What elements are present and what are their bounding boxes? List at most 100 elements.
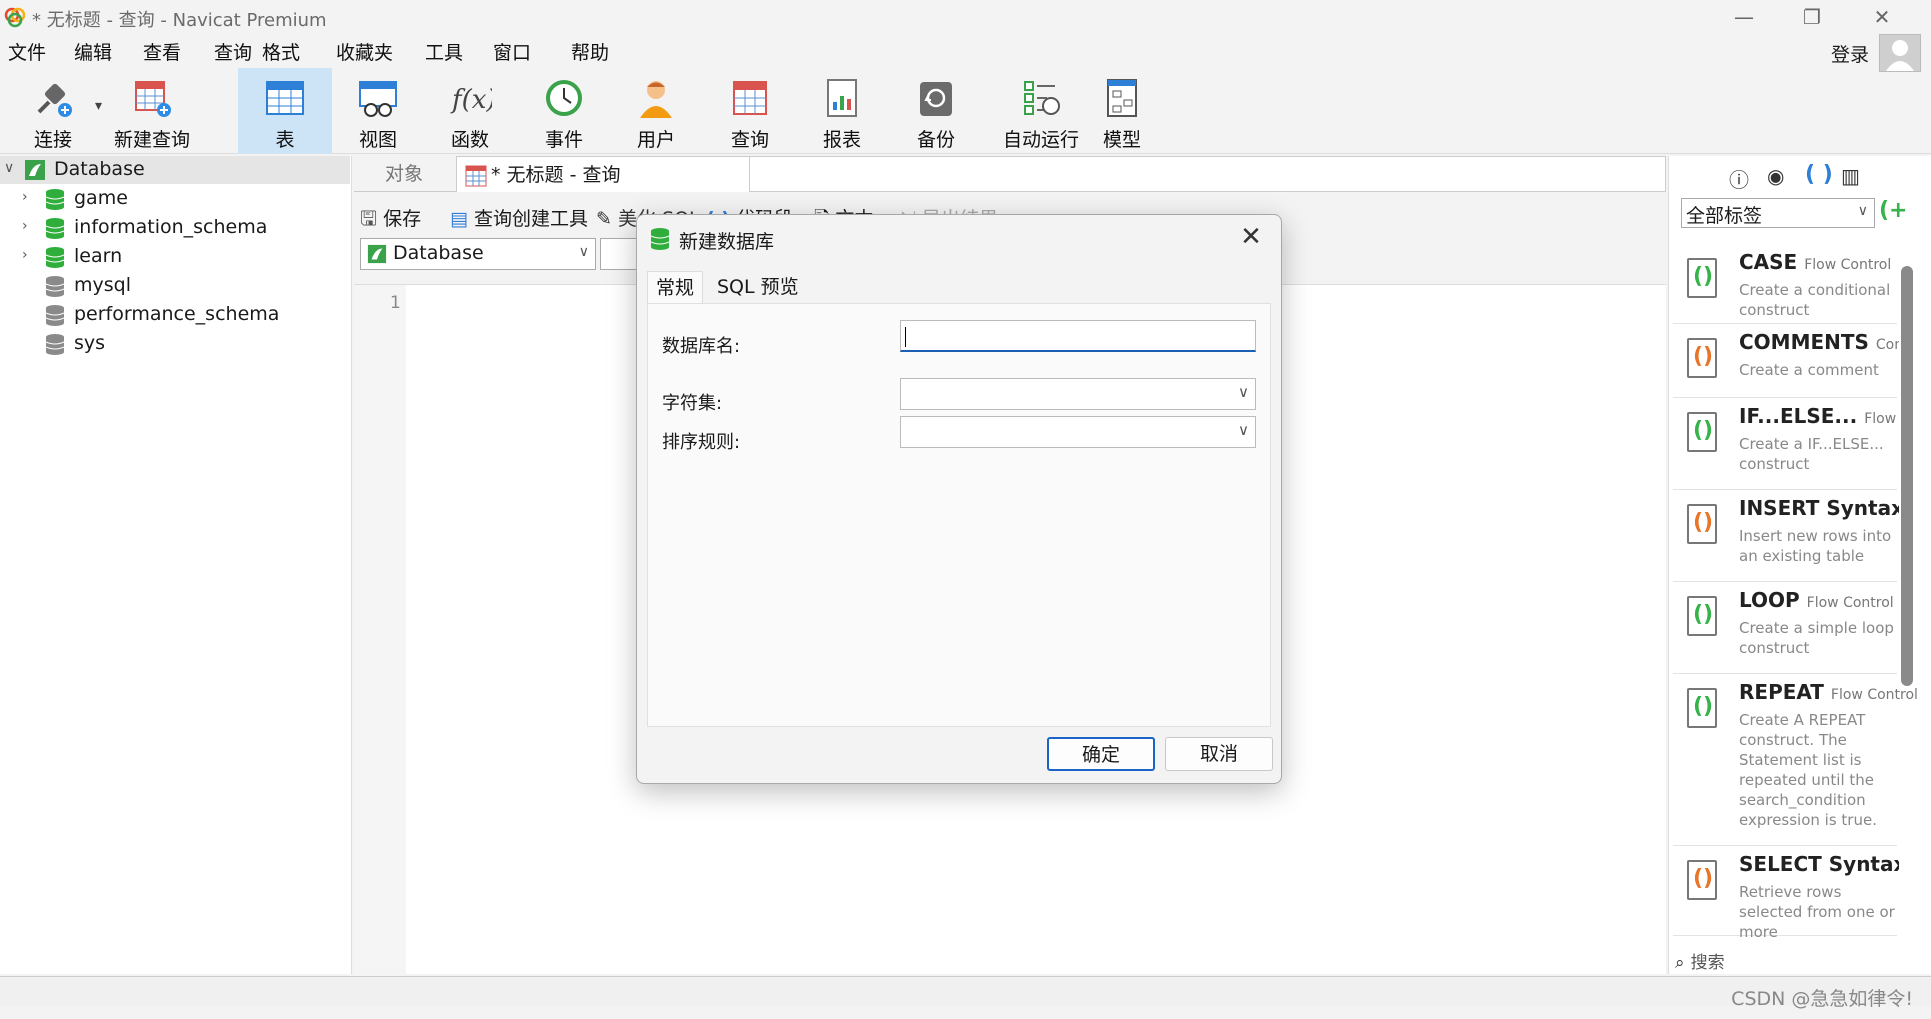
toolbar-query-button[interactable]: 查询 — [714, 68, 786, 154]
toolbar-event-button[interactable]: 事件 — [528, 68, 600, 154]
tree-item-information-schema[interactable]: › information_schema — [0, 214, 350, 242]
toolbar-new-query-label: 新建查询 — [113, 129, 190, 151]
tree-item-label: sys — [74, 332, 106, 354]
snippet-comments[interactable]: () COMMENTS Comm Create a comment — [1673, 326, 1899, 398]
navicat-logo-icon — [4, 7, 26, 28]
chevron-right-icon[interactable]: › — [22, 247, 28, 263]
snippet-category: Flow Cont — [1864, 411, 1899, 427]
toolbar-event-label: 事件 — [544, 129, 583, 151]
cancel-button[interactable]: 取消 — [1165, 737, 1273, 771]
snippet-desc: Create a comment — [1739, 361, 1879, 379]
connect-dropdown-icon[interactable]: ▾ — [95, 98, 102, 114]
connection-select[interactable]: Database ∨ — [360, 238, 596, 270]
tree-item-performance-schema[interactable]: performance_schema — [0, 301, 350, 329]
snippet-case[interactable]: () CASE Flow Control Create a conditiona… — [1673, 246, 1897, 324]
charset-select[interactable]: ∨ — [900, 378, 1256, 410]
login-link[interactable]: 登录 — [1831, 40, 1869, 67]
snippet-search[interactable]: ⌕ 搜索 — [1675, 948, 1901, 973]
function-icon: f(x) — [450, 85, 492, 115]
tree-item-sys[interactable]: sys — [0, 330, 350, 358]
table-icon — [266, 81, 304, 115]
save-icon: 🖫 — [360, 206, 378, 230]
tree-item-learn[interactable]: › learn — [0, 243, 350, 271]
chevron-down-icon[interactable]: ∨ — [4, 160, 14, 176]
database-select[interactable] — [600, 238, 640, 270]
window-title: * 无标题 - 查询 - Navicat Premium — [32, 10, 327, 31]
snippet-scrollbar[interactable] — [1901, 266, 1913, 686]
tree-root-connection[interactable]: ∨ Database — [0, 156, 350, 184]
toolbar-function-button[interactable]: f(x) 函数 — [434, 68, 506, 154]
report-icon — [827, 79, 857, 117]
eye-icon[interactable]: ◉ — [1767, 164, 1784, 188]
toolbar-model-label: 模型 — [1102, 129, 1141, 151]
tree-item-mysql[interactable]: mysql — [0, 272, 350, 300]
menu-bar: 文件 编辑 查看 查询 格式 收藏夹 工具 窗口 帮助 — [0, 36, 1931, 66]
tag-filter-select[interactable]: 全部标签 ∨ — [1681, 198, 1875, 228]
restore-button[interactable]: ❐ — [1782, 2, 1842, 32]
db-name-input[interactable] — [900, 320, 1256, 352]
clock-icon — [546, 80, 582, 116]
dialog-close-button[interactable]: ✕ — [1233, 219, 1269, 255]
menu-tools[interactable]: 工具 — [425, 38, 463, 65]
menu-file[interactable]: 文件 — [8, 38, 46, 65]
dialog-tab-general[interactable]: 常规 — [647, 271, 704, 303]
menu-favorites[interactable]: 收藏夹 — [336, 38, 393, 65]
snippet-name: IF...ELSE... — [1739, 404, 1858, 428]
close-window-button[interactable]: ✕ — [1852, 2, 1912, 32]
snippet-tab-icon[interactable]: ( ) — [1805, 162, 1833, 187]
snippet-name: REPEAT — [1739, 680, 1824, 704]
toolbar-backup-button[interactable]: 备份 — [900, 68, 972, 154]
toolbar-user-button[interactable]: 用户 — [620, 68, 692, 154]
chevron-down-icon: ∨ — [1857, 203, 1868, 219]
toolbar-view-button[interactable]: 视图 — [342, 68, 414, 154]
menu-window[interactable]: 窗口 — [493, 38, 531, 65]
chevron-right-icon[interactable]: › — [22, 189, 28, 205]
tab-objects[interactable]: 对象 — [354, 156, 454, 192]
toolbar-report-button[interactable]: 报表 — [806, 68, 878, 154]
snippet-loop[interactable]: () LOOP Flow Control Create a simple loo… — [1673, 584, 1897, 674]
snippet-category: Comm — [1875, 337, 1899, 353]
toolbar-model-button[interactable]: 模型 — [1086, 68, 1158, 154]
collation-select[interactable]: ∨ — [900, 416, 1256, 448]
toolbar-connect-button[interactable]: 连接 — [22, 68, 84, 154]
ok-button[interactable]: 确定 — [1047, 737, 1155, 771]
snippet-file-icon: () — [1687, 596, 1717, 636]
avatar[interactable] — [1879, 34, 1921, 72]
add-snippet-icon[interactable]: (+ — [1879, 198, 1908, 223]
menu-edit[interactable]: 编辑 — [74, 38, 112, 65]
menu-view[interactable]: 查看 — [143, 38, 181, 65]
snippet-if-else[interactable]: () IF...ELSE... Flow Cont Create a IF...… — [1673, 400, 1899, 490]
tree-item-label: information_schema — [74, 216, 268, 238]
watermark: CSDN @急急如律令! — [1731, 988, 1913, 1010]
tag-filter-value: 全部标签 — [1686, 205, 1763, 227]
snippet-select[interactable]: () SELECT Syntax DM Retrieve rows select… — [1673, 848, 1899, 941]
tab-bar: 对象 * 无标题 - 查询 — [354, 156, 1666, 192]
tree-item-game[interactable]: › game — [0, 185, 350, 213]
save-button[interactable]: 🖫 保存 — [360, 204, 421, 238]
user-silhouette-icon — [1886, 40, 1914, 71]
snippet-file-icon: () — [1687, 338, 1717, 378]
info-icon[interactable]: ⓘ — [1729, 164, 1749, 193]
query-builder-button[interactable]: ▤ 查询创建工具 — [450, 204, 588, 231]
database-icon — [650, 228, 670, 250]
database-closed-icon — [45, 334, 65, 355]
minimize-button[interactable]: — — [1714, 2, 1774, 32]
menu-help[interactable]: 帮助 — [571, 38, 609, 65]
dialog-tab-sql-preview[interactable]: SQL 预览 — [709, 271, 807, 303]
menu-query[interactable]: 查询 — [214, 38, 252, 65]
toolbar-view-label: 视图 — [358, 129, 397, 151]
charset-label: 字符集: — [662, 393, 723, 414]
layout-icon[interactable]: ▥ — [1841, 164, 1860, 188]
menu-format[interactable]: 格式 — [262, 38, 300, 65]
tree-root-label: Database — [54, 158, 145, 180]
snippet-repeat[interactable]: () REPEAT Flow Control Create A REPEAT c… — [1673, 676, 1918, 846]
toolbar-automation-button[interactable]: 自动运行 — [990, 68, 1092, 154]
tab-query[interactable]: * 无标题 - 查询 — [456, 156, 750, 192]
chevron-right-icon[interactable]: › — [22, 218, 28, 234]
toolbar-table-button[interactable]: 表 — [238, 68, 332, 154]
backup-icon — [920, 82, 952, 116]
tree-item-label: performance_schema — [74, 303, 280, 325]
toolbar-new-query-button[interactable]: 新建查询 — [112, 68, 192, 154]
snippet-insert[interactable]: () INSERT Syntax DM Insert new rows into… — [1673, 492, 1899, 582]
snippet-name: CASE — [1739, 250, 1798, 274]
